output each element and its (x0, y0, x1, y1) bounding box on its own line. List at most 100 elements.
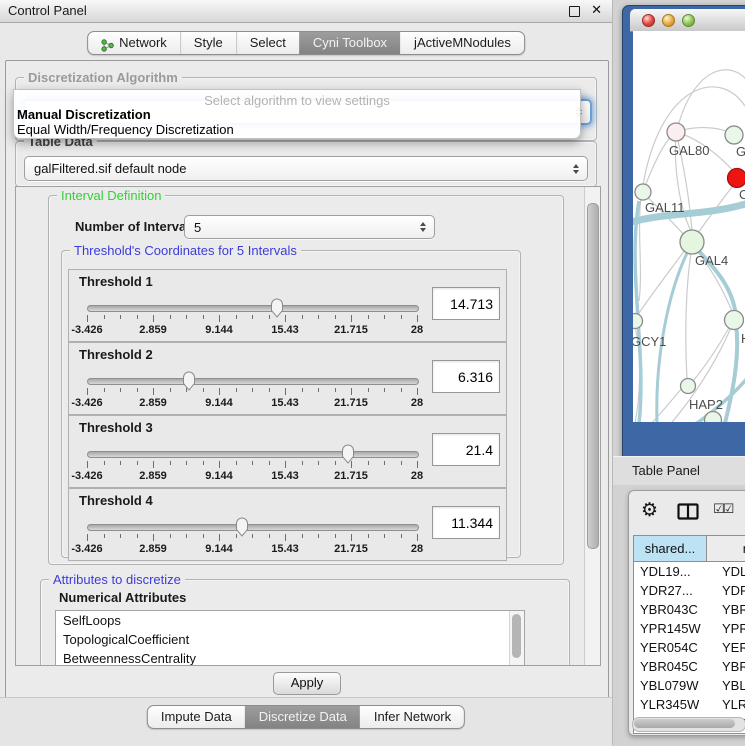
table-row[interactable]: YDL19...YDL1 (634, 562, 745, 581)
table-row[interactable]: YER054CYER0 (634, 638, 745, 657)
tick-mark (252, 461, 253, 465)
cell-shared-name: YLR345W (634, 695, 713, 714)
scrollbar-thumb[interactable] (587, 203, 599, 549)
tick-label: -3.426 (71, 397, 102, 409)
tab-select[interactable]: Select (236, 32, 299, 54)
node-selected-red[interactable] (728, 169, 745, 188)
cell-name: YPR1 (713, 619, 745, 638)
node-label: C (739, 187, 745, 202)
tick-mark (269, 534, 270, 538)
cell-shared-name: YDR27... (634, 581, 713, 600)
tab-impute-data[interactable]: Impute Data (148, 706, 245, 728)
node-partial-top-right[interactable] (725, 126, 743, 144)
tick-mark (318, 315, 319, 319)
node-label: GCY1 (633, 334, 666, 349)
attributes-list-scrollbar[interactable] (509, 611, 524, 666)
numerical-attributes-list[interactable]: SelfLoopsTopologicalCoefficientBetweenne… (55, 610, 525, 666)
tab-style[interactable]: Style (180, 32, 236, 54)
tab-network[interactable]: Network (88, 32, 180, 54)
table-row[interactable]: YLR345WYLR3 (634, 695, 745, 714)
tick-mark (170, 461, 171, 465)
cell-shared-name: YBR045C (634, 657, 713, 676)
network-view-window: GAL80 G C GAL11 GAL4 GCY1 H HAP2 (622, 5, 745, 458)
tick-mark (120, 534, 121, 538)
num-intervals-combo[interactable]: 5 (184, 215, 435, 239)
threshold-slider[interactable]: -3.4262.8599.14415.4321.71528 (87, 369, 417, 411)
tick-label: 2.859 (139, 470, 167, 482)
tab-discretize-data[interactable]: Discretize Data (245, 706, 360, 728)
table-row[interactable]: YBL079WYBL0 (634, 676, 745, 695)
cell-name: YLR3 (713, 695, 745, 714)
node-gal11[interactable] (635, 184, 651, 200)
tick-mark (368, 388, 369, 392)
slider-track[interactable] (87, 378, 419, 385)
slider-thumb[interactable] (234, 516, 250, 537)
threshold-value-input[interactable] (432, 360, 500, 393)
tick-mark (170, 315, 171, 319)
node-bottom-partial[interactable] (705, 412, 722, 423)
column-header-shared-name[interactable]: shared... (634, 536, 707, 561)
popup-option-equal-width[interactable]: Equal Width/Frequency Discretization (17, 122, 234, 137)
slider-track[interactable] (87, 305, 419, 312)
table-row[interactable]: YDR27...YDR2 (634, 581, 745, 600)
tick-mark (335, 315, 336, 319)
table-horizontal-scrollbar[interactable] (632, 717, 745, 732)
table-row[interactable]: YBR043CYBR0 (634, 600, 745, 619)
tab-jactivemnodules[interactable]: jActiveMNodules (400, 32, 524, 54)
attribute-item-betweennesscentrality[interactable]: BetweennessCentrality (56, 649, 524, 666)
attribute-item-selfloops[interactable]: SelfLoops (56, 611, 524, 630)
threshold-slider[interactable]: -3.4262.8599.14415.4321.71528 (87, 296, 417, 338)
close-icon[interactable]: ✕ (591, 1, 602, 21)
threshold-value-input[interactable] (432, 433, 500, 466)
tick-mark (87, 388, 88, 395)
threshold-value-input[interactable] (432, 506, 500, 539)
node-gal80[interactable] (667, 123, 685, 141)
tick-mark (384, 315, 385, 319)
zoom-traffic-light[interactable] (682, 14, 695, 27)
tick-mark (318, 388, 319, 392)
tick-mark (335, 534, 336, 538)
select-columns-icon[interactable]: ☑☑ (713, 502, 732, 517)
threshold-slider[interactable]: -3.4262.8599.14415.4321.71528 (87, 442, 417, 484)
slider-thumb[interactable] (340, 443, 356, 464)
slider-track[interactable] (87, 451, 419, 458)
table-data-combo[interactable]: galFiltered.sif default node (24, 156, 588, 181)
minimize-traffic-light[interactable] (662, 14, 675, 27)
table-row[interactable]: YPR145WYPR1 (634, 619, 745, 638)
table-row[interactable]: YBR045CYBR0 (634, 657, 745, 676)
tick-label: 15.43 (271, 543, 299, 555)
tab-label: Style (194, 32, 223, 54)
scrollbar-thumb[interactable] (634, 719, 735, 728)
slider-thumb[interactable] (181, 370, 197, 391)
slider-thumb[interactable] (269, 297, 285, 318)
scrollbar-thumb[interactable] (512, 614, 521, 658)
threshold-slider[interactable]: -3.4262.8599.14415.4321.71528 (87, 515, 417, 557)
tick-mark (186, 461, 187, 465)
attribute-item-topologicalcoefficient[interactable]: TopologicalCoefficient (56, 630, 524, 649)
tick-mark (318, 534, 319, 538)
split-columns-icon[interactable] (677, 503, 699, 525)
popup-option-manual[interactable]: Manual Discretization (17, 107, 151, 122)
settings-vertical-scrollbar[interactable] (584, 187, 600, 665)
tab-infer-network[interactable]: Infer Network (360, 706, 464, 728)
slider-track[interactable] (87, 524, 419, 531)
apply-button[interactable]: Apply (273, 672, 341, 695)
node-gcy1[interactable] (633, 314, 643, 329)
tick-label: 28 (411, 397, 423, 409)
close-traffic-light[interactable] (642, 14, 655, 27)
cell-shared-name: YDL19... (634, 562, 713, 581)
tick-mark (87, 461, 88, 468)
tick-label: 9.144 (205, 543, 233, 555)
tick-label: -3.426 (71, 470, 102, 482)
node-gal4[interactable] (680, 230, 704, 254)
float-window-icon[interactable] (569, 6, 580, 17)
tick-mark (401, 461, 402, 465)
node-hap2[interactable] (681, 379, 696, 394)
column-header-name[interactable]: na (707, 536, 745, 561)
gear-icon[interactable]: ⚙ (641, 499, 658, 521)
threshold-value-input[interactable] (432, 287, 500, 320)
network-canvas[interactable]: GAL80 G C GAL11 GAL4 GCY1 H HAP2 (633, 31, 745, 422)
node-partial-low-right[interactable] (725, 311, 744, 330)
algorithm-group-title: Discretization Algorithm (24, 70, 182, 85)
tab-cyni-toolbox[interactable]: Cyni Toolbox (299, 32, 400, 54)
